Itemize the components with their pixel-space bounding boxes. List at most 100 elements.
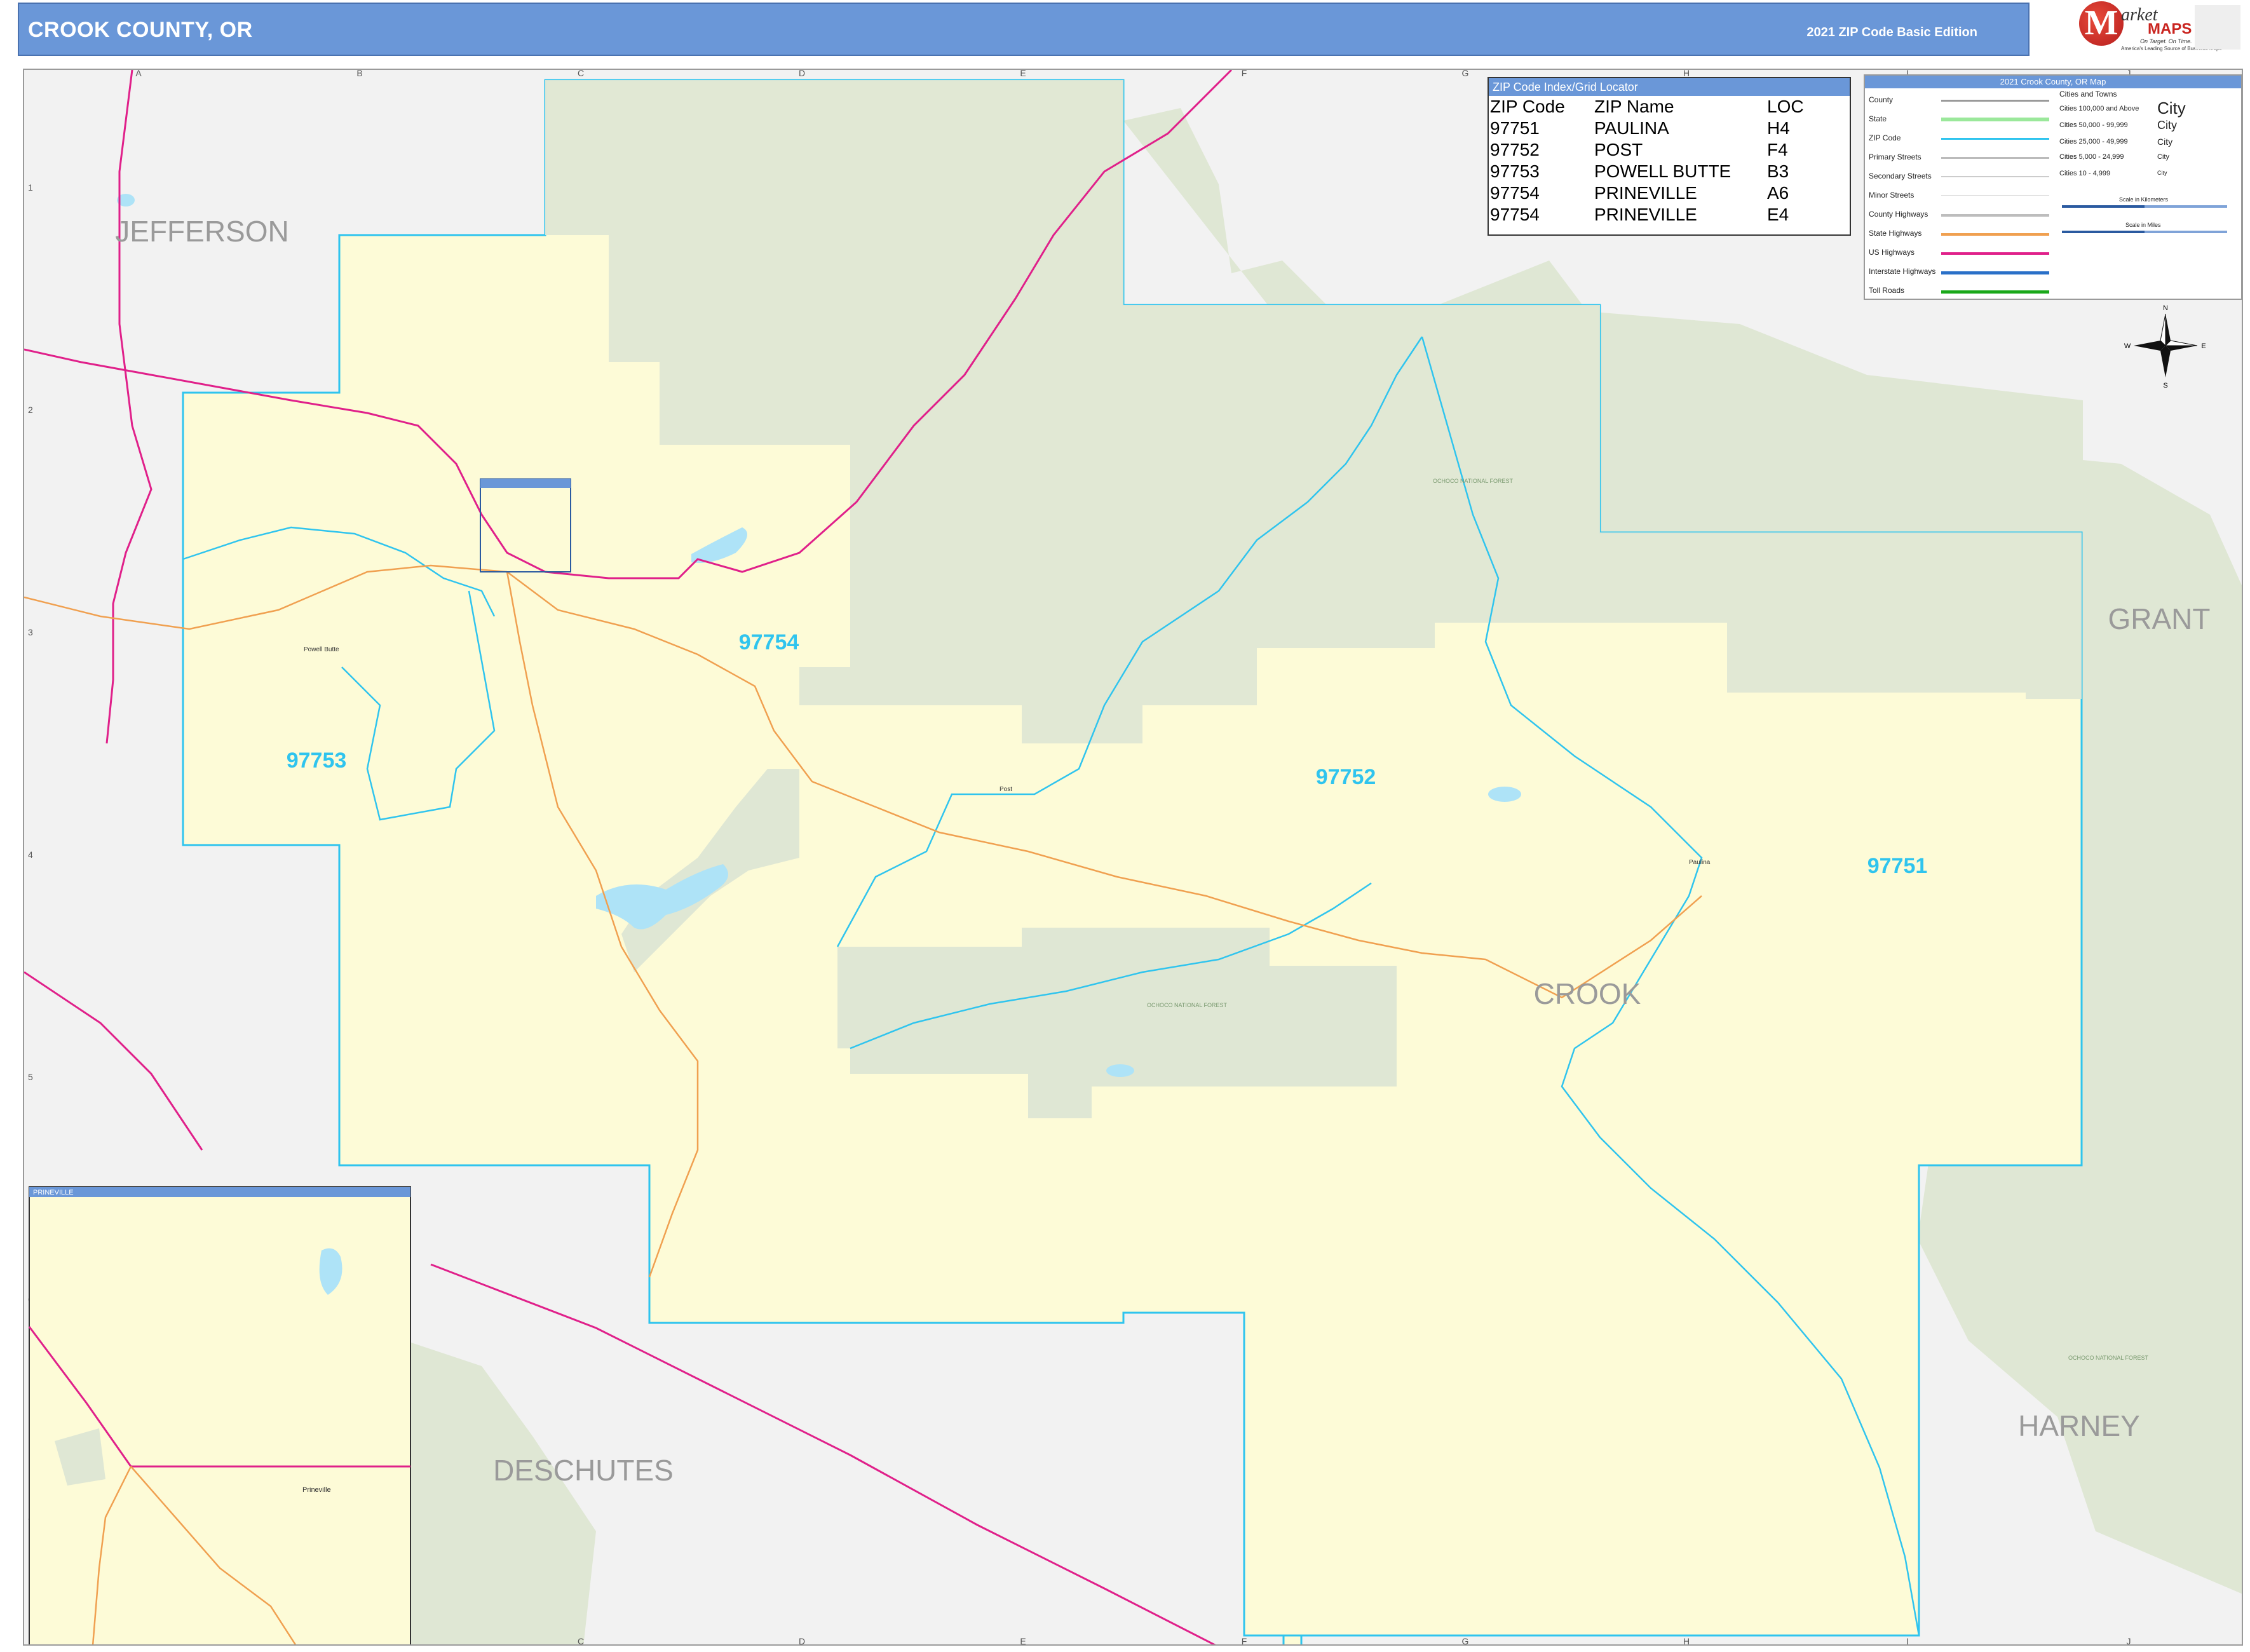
grid-col-c: C [578, 70, 584, 78]
grid-col-j-bottom: J [2127, 1636, 2131, 1646]
legend-swatch-county-hwy [1941, 214, 2049, 217]
scale-bar-mi-2 [2145, 231, 2227, 233]
legend-item-primary: Primary Streets [1869, 148, 1921, 166]
zip-label-97751: 97751 [1867, 854, 1928, 878]
legend-swatch-interstate [1941, 271, 2049, 274]
grid-row-5: 5 [28, 1072, 33, 1082]
legend-item-county-hwy: County Highways [1869, 205, 1928, 223]
grid-row-2: 2 [28, 405, 33, 415]
grid-col-b: B [356, 70, 362, 78]
grid-col-e: E [1020, 70, 1026, 78]
legend-cities-header: Cities and Towns [2059, 90, 2117, 98]
legend-label: US Highways [1869, 248, 1915, 257]
legend-swatch-toll [1941, 290, 2049, 294]
legend-city-range-5: Cities 10 - 4,999 [2059, 170, 2111, 177]
grid-col-d-bottom: D [799, 1636, 805, 1646]
legend-city-range-1: Cities 100,000 and Above [2059, 105, 2139, 112]
table-row: 97754 PRINEVILLE A6 [1490, 182, 1806, 204]
grid-col-a: A [135, 70, 142, 78]
grid-col-d: D [799, 70, 805, 78]
inset-title: PRINEVILLE [33, 1189, 74, 1196]
legend-label: State [1869, 114, 1887, 123]
place-post: Post [1000, 786, 1012, 793]
zip-label-97753: 97753 [287, 748, 347, 773]
legend-city-sample-5: City [2157, 170, 2167, 176]
legend-label: County [1869, 95, 1894, 104]
county-label-grant: GRANT [2108, 602, 2211, 635]
name-cell: PRINEVILLE [1594, 205, 1697, 224]
legend-item-county: County [1869, 91, 1893, 109]
legend-swatch-secondary [1941, 176, 2049, 177]
legend-title: 2021 Crook County, OR Map [1865, 76, 2241, 88]
legend-swatch-minor [1941, 195, 2049, 196]
legend-item-interstate: Interstate Highways [1869, 262, 1935, 280]
scale-bar-km-2 [2145, 205, 2227, 208]
zip-cell: 97754 [1490, 183, 1540, 203]
table-row: 97754 PRINEVILLE E4 [1490, 204, 1806, 226]
place-paulina: Paulina [1689, 859, 1711, 866]
legend-swatch-zip [1941, 138, 2049, 140]
legend-swatch-county [1941, 100, 2049, 102]
grid-col-h-bottom: H [1683, 1636, 1690, 1646]
legend-label: Interstate Highways [1869, 267, 1936, 276]
inset-panel [29, 1186, 411, 1644]
name-cell: PAULINA [1594, 118, 1669, 138]
legend-city-sample-3: City [2157, 137, 2173, 147]
map-canvas[interactable]: JEFFERSON GRANT CROOK HARNEY DESCHUTES 9… [24, 70, 2243, 1646]
table-row: 97752 POST F4 [1490, 139, 1806, 161]
compass-s: S [2163, 382, 2167, 389]
zip-index-header-row: ZIP Code ZIP Name LOC [1490, 96, 1806, 118]
grid-row-3: 3 [28, 627, 33, 637]
legend-item-state: State [1869, 110, 1887, 128]
legend-city-sample-1: City [2157, 98, 2186, 118]
legend-label: Secondary Streets [1869, 172, 1932, 180]
inset-locator-header [480, 479, 571, 488]
logo-word2: MAPS [2148, 20, 2192, 37]
logo-contact-box [2195, 5, 2240, 50]
name-cell: PRINEVILLE [1594, 183, 1697, 203]
grid-col-e-bottom: E [1020, 1636, 1026, 1646]
logo-m-icon: M [2079, 1, 2124, 46]
legend-scale-km: Scale in Kilometers [2119, 196, 2169, 203]
lake-1 [1488, 787, 1521, 802]
table-row: 97751 PAULINA H4 [1490, 118, 1806, 139]
loc-cell: F4 [1767, 140, 1788, 159]
grid-col-i-bottom: I [1906, 1636, 1909, 1646]
legend-label: State Highways [1869, 229, 1922, 238]
header-bar: CROOK COUNTY, OR 2021 ZIP Code Basic Edi… [18, 3, 2030, 56]
grid-row-1: 1 [28, 182, 33, 193]
zip-code-index: ZIP Code Index/Grid Locator ZIP Code ZIP… [1488, 77, 1851, 236]
place-powell-butte: Powell Butte [304, 646, 339, 653]
legend-swatch-us-hwy [1941, 252, 2049, 255]
lake-2 [1106, 1064, 1134, 1077]
legend-city-range-2: Cities 50,000 - 99,999 [2059, 121, 2128, 129]
map-title: CROOK COUNTY, OR [28, 18, 253, 42]
edition-label: 2021 ZIP Code Basic Edition [1806, 25, 1977, 39]
legend-scale-mi: Scale in Miles [2125, 222, 2161, 228]
legend-city-sample-2: City [2157, 119, 2177, 132]
legend-item-secondary: Secondary Streets [1869, 167, 1932, 185]
inset-header-bar [29, 1187, 410, 1197]
grid-col-f: F [1242, 70, 1247, 78]
zip-index-col-name: ZIP Name [1594, 97, 1674, 116]
zip-label-97754: 97754 [739, 630, 799, 654]
grid-col-c-bottom: C [578, 1636, 584, 1646]
legend-item-minor: Minor Streets [1869, 186, 1914, 204]
legend-swatch-state [1941, 118, 2049, 121]
compass-n: N [2163, 304, 2168, 312]
legend-label: ZIP Code [1869, 133, 1901, 142]
zip-index-col-zip: ZIP Code [1490, 97, 1565, 116]
map-frame[interactable]: JEFFERSON GRANT CROOK HARNEY DESCHUTES 9… [23, 69, 2243, 1646]
legend-label: Primary Streets [1869, 152, 1921, 161]
legend-label: Toll Roads [1869, 286, 1905, 295]
prineville-inset[interactable]: PRINEVILLE Prineville [28, 1186, 411, 1646]
legend-swatch-primary [1941, 157, 2049, 159]
name-cell: POST [1594, 140, 1643, 159]
compass-e: E [2201, 342, 2206, 350]
legend-label: Minor Streets [1869, 191, 1915, 200]
county-label-jefferson: JEFFERSON [115, 215, 288, 248]
county-label-harney: HARNEY [2018, 1409, 2140, 1442]
zip-cell: 97754 [1490, 205, 1540, 224]
map-legend: 2021 Crook County, OR Map County State Z… [1864, 74, 2242, 300]
legend-item-toll: Toll Roads [1869, 281, 1904, 299]
